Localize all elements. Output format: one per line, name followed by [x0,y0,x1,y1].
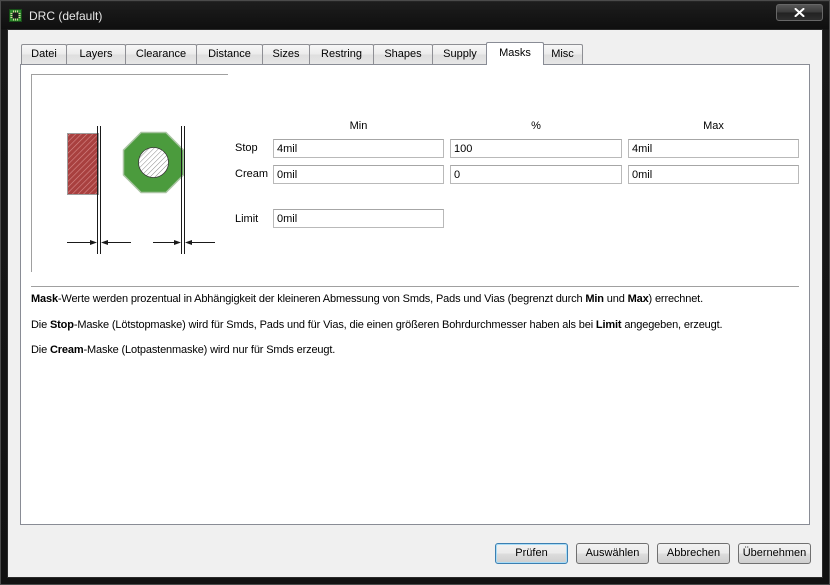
description-cream-mask: Die Cream-Maske (Lotpastenmaske) wird nu… [31,343,335,357]
column-header-min: Min [349,120,368,132]
check-button[interactable]: Prüfen [495,543,568,564]
eagle-app-icon [9,9,22,22]
tab-misc[interactable]: Misc [542,44,583,64]
cream-max-input[interactable] [628,165,799,184]
smd-pad [67,133,99,195]
description-stop-mask: Die Stop-Maske (Lötstopmaske) wird für S… [31,318,723,332]
stop-min-input[interactable] [273,139,444,158]
cream-percent-input[interactable] [450,165,622,184]
column-header-max: Max [703,120,724,132]
description-mask-values: Mask-Werte werden prozentual in Abhängig… [31,292,703,306]
stop-percent-input[interactable] [450,139,622,158]
desc-term: Min [585,293,604,305]
desc-text: Die [31,344,50,356]
tab-supply[interactable]: Supply [432,44,488,64]
desc-term: Limit [595,319,622,331]
desc-text: und [603,293,628,305]
desc-text: -Maske (Lötstopmaske) wird für Smds, Pad… [73,319,596,331]
desc-text: ) errechnet. [648,293,704,305]
tab-layers[interactable]: Layers [66,44,126,64]
desc-term: Stop [49,319,74,331]
desc-text: angegeben, erzeugt. [621,319,723,331]
pad-dimension-arrows [67,240,131,245]
cancel-button[interactable]: Abbrechen [657,543,730,564]
stop-max-input[interactable] [628,139,799,158]
row-label-limit: Limit [235,213,259,225]
limit-input[interactable] [273,209,444,228]
desc-term: Mask [31,293,58,305]
desc-text: -Werte werden prozentual in Abhängigkeit… [57,293,586,305]
separator [31,286,799,288]
desc-text: -Maske (Lotpastenmaske) wird nur für Smd… [83,344,336,356]
apply-button[interactable]: Übernehmen [738,543,811,564]
via [122,131,185,194]
tab-distance[interactable]: Distance [196,44,263,64]
via-edge-lines [181,126,185,254]
tab-sizes[interactable]: Sizes [262,44,310,64]
cream-min-input[interactable] [273,165,444,184]
desc-term: Cream [49,344,84,356]
mask-diagram [31,74,228,272]
row-label-stop: Stop [235,142,258,154]
desc-term: Max [627,293,649,305]
tab-masks[interactable]: Masks [486,42,544,65]
tab-datei[interactable]: Datei [21,44,67,64]
select-button[interactable]: Auswählen [576,543,649,564]
drc-dialog-window: DRC (default) Datei Layers Clearance Dis… [0,0,830,585]
tab-shapes[interactable]: Shapes [373,44,433,64]
row-label-cream: Cream [235,168,269,180]
tab-clearance[interactable]: Clearance [125,44,197,64]
desc-text: Die [31,319,50,331]
tab-restring[interactable]: Restring [309,44,374,64]
window-title: DRC (default) [29,9,103,23]
title-bar[interactable]: DRC (default) [0,0,830,30]
column-header-percent: % [531,120,541,132]
close-icon [794,8,805,17]
close-button[interactable] [776,4,823,21]
